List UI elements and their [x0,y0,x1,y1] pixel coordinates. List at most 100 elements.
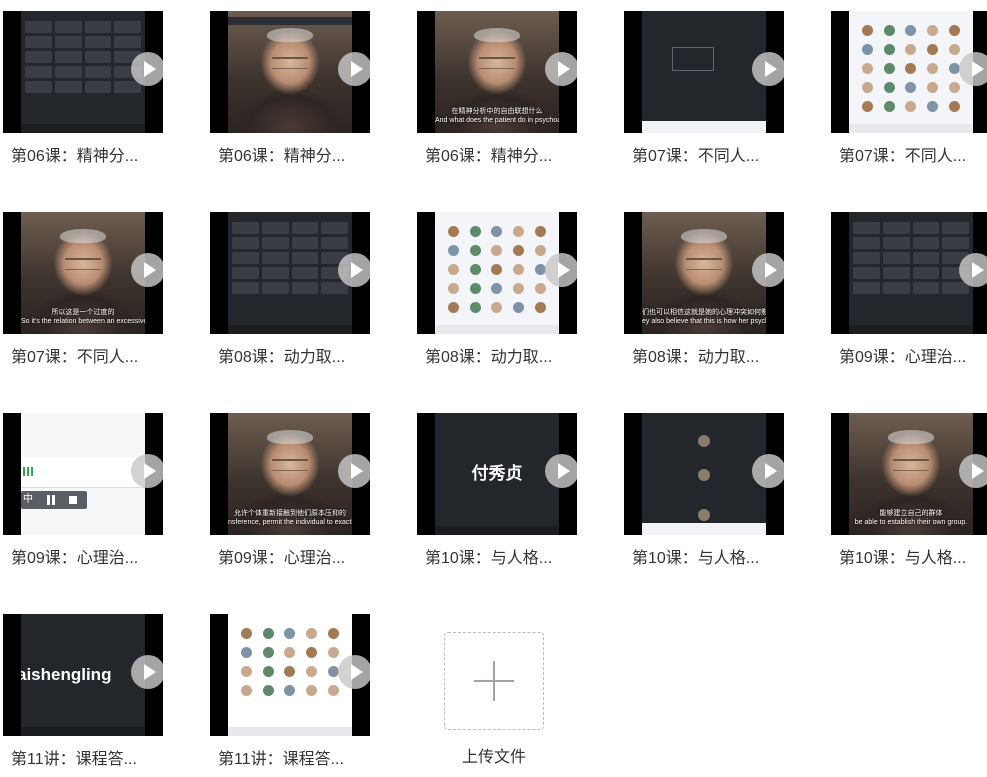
play-icon[interactable] [959,253,987,287]
video-title[interactable]: 第11讲：课程答... [11,750,163,770]
video-thumbnail[interactable] [417,212,577,334]
play-icon[interactable] [752,253,784,287]
video-title[interactable]: 第09课：心理治... [839,348,987,368]
video-thumbnail[interactable]: 所以这是一个过度的 So it's the relation between an… [3,212,163,334]
video-title[interactable]: 第10课：与人格... [425,549,577,569]
participant-tile [853,237,880,249]
participant-avatar [241,666,253,677]
speaker-video: 在精神分析中的自由联想什么 And what does the patient d… [435,11,559,133]
video-card[interactable]: 所以这是一个过度的 So it's the relation between an… [3,212,163,372]
video-thumbnail[interactable] [210,11,370,133]
meeting-toolbar [435,526,559,535]
video-title[interactable]: 第08课：动力取... [632,348,784,368]
video-card[interactable]: 第10课：与人格... [624,413,784,573]
meeting-toolbar [435,325,559,334]
video-card[interactable]: 在精神分析中的自由联想什么 And what does the patient d… [417,11,577,171]
video-card[interactable]: 第06课：精神分... [3,11,163,171]
video-card[interactable]: 第07课：不同人... [624,11,784,171]
play-icon[interactable] [752,52,784,86]
screen-share: 中 [21,413,145,535]
video-card[interactable]: aishengling 第11讲：课程答... [3,614,163,774]
signal-icon [23,467,33,476]
participant-avatar [469,264,481,275]
participant-avatar [491,226,503,237]
video-title[interactable]: 第09课：心理治... [218,549,370,569]
play-icon[interactable] [545,454,577,488]
video-card[interactable]: 第08课：动力取... [417,212,577,372]
video-card[interactable]: 能够建立自己的群体 be able to establish their own … [831,413,987,573]
play-icon[interactable] [131,655,163,689]
video-title[interactable]: 第07课：不同人... [632,147,784,167]
video-title[interactable]: 第11讲：课程答... [218,750,370,770]
video-title[interactable]: 第06课：精神分... [11,147,163,167]
participant-avatar [862,63,874,74]
video-thumbnail[interactable] [3,11,163,133]
video-title[interactable]: 第09课：心理治... [11,549,163,569]
meeting-screen [21,11,145,133]
participant-tile [25,21,52,33]
video-thumbnail[interactable] [624,413,784,535]
play-icon[interactable] [959,454,987,488]
video-card[interactable]: 第08课：动力取... [210,212,370,372]
upload-file-button[interactable] [444,632,544,730]
video-card[interactable]: 第07课：不同人... [831,11,987,171]
play-icon[interactable] [338,454,370,488]
video-thumbnail[interactable]: 允许个体重新接触到他们原本压抑的 nsference, permit the in… [210,413,370,535]
participant-tile [84,21,112,33]
video-title[interactable]: 第08课：动力取... [218,348,370,368]
participant-name: aishengling [21,665,112,684]
play-icon[interactable] [338,655,370,689]
video-card[interactable]: 第06课：精神分... [210,11,370,171]
pause-icon [47,495,55,505]
participant-avatar [448,226,460,237]
participant-avatar [284,666,296,677]
play-icon[interactable] [131,454,163,488]
video-subtitle: 能够建立自己的群体 be able to establish their own … [849,509,973,527]
participant-tile [261,252,289,264]
participant-avatar [327,628,339,639]
video-thumbnail[interactable]: 能够建立自己的群体 be able to establish their own … [831,413,987,535]
video-card[interactable]: 们也可以相信这就是她的心理冲突如何影响她 ey also believe that… [624,212,784,372]
video-title[interactable]: 第10课：与人格... [632,549,784,569]
participant-tile [942,282,969,294]
name-card-screen: 付秀贞 [435,413,559,535]
play-icon[interactable] [545,52,577,86]
play-icon[interactable] [752,454,784,488]
video-thumbnail[interactable] [831,212,987,334]
participant-tile [84,36,112,48]
play-icon[interactable] [959,52,987,86]
video-thumbnail[interactable]: 们也可以相信这就是她的心理冲突如何影响她 ey also believe that… [624,212,784,334]
video-card[interactable]: 允许个体重新接触到他们原本压抑的 nsference, permit the in… [210,413,370,573]
participant-avatar [927,25,939,36]
video-subtitle: 在精神分析中的自由联想什么 And what does the patient d… [435,107,559,125]
video-thumbnail[interactable]: 付秀贞 [417,413,577,535]
video-thumbnail[interactable] [624,11,784,133]
meeting-toolbar [228,325,352,334]
participant-avatar [469,245,481,256]
play-icon[interactable] [131,52,163,86]
video-subtitle: 允许个体重新接触到他们原本压抑的 nsference, permit the in… [228,509,352,527]
play-icon[interactable] [545,253,577,287]
video-thumbnail[interactable] [831,11,987,133]
play-icon[interactable] [338,52,370,86]
video-thumbnail[interactable]: aishengling [3,614,163,736]
video-card[interactable]: 付秀贞第10课：与人格... [417,413,577,573]
meeting-toolbar [21,124,145,133]
play-icon[interactable] [338,253,370,287]
participant-avatar [927,63,939,74]
video-card[interactable]: 第11讲：课程答... [210,614,370,774]
video-thumbnail[interactable]: 中 [3,413,163,535]
participant-avatar [513,264,525,275]
video-title[interactable]: 第07课：不同人... [11,348,163,368]
video-title[interactable]: 第08课：动力取... [425,348,577,368]
video-title[interactable]: 第07课：不同人... [839,147,987,167]
video-thumbnail[interactable]: 在精神分析中的自由联想什么 And what does the patient d… [417,11,577,133]
play-icon[interactable] [131,253,163,287]
video-title[interactable]: 第06课：精神分... [425,147,577,167]
video-thumbnail[interactable] [210,212,370,334]
video-title[interactable]: 第10课：与人格... [839,549,987,569]
video-card[interactable]: 第09课：心理治... [831,212,987,372]
video-card[interactable]: 中第09课：心理治... [3,413,163,573]
video-title[interactable]: 第06课：精神分... [218,147,370,167]
video-thumbnail[interactable] [210,614,370,736]
